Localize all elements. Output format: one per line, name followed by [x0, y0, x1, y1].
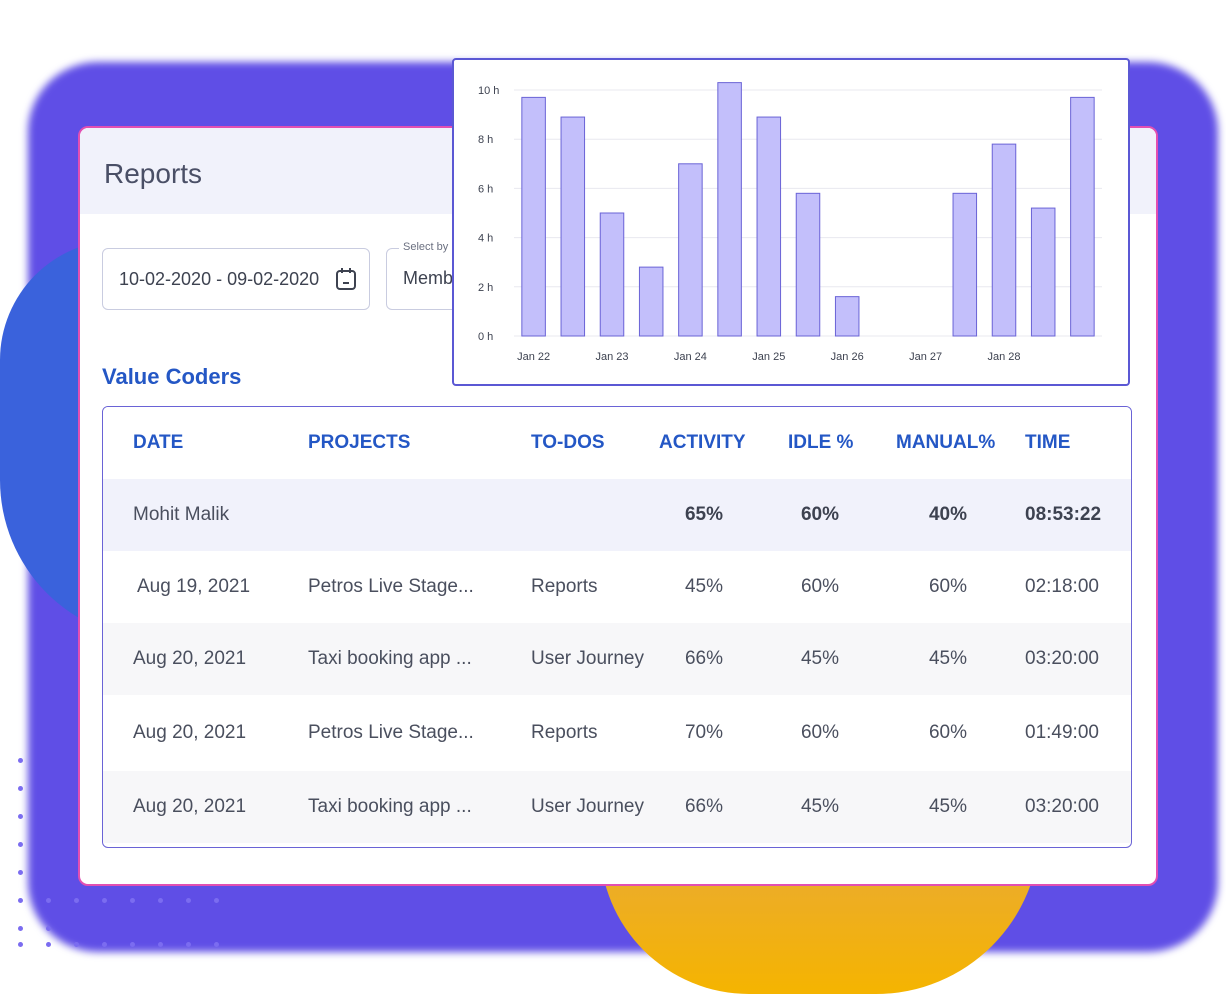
row-idle: 60% — [800, 722, 840, 743]
row-manual: 60% — [928, 722, 968, 743]
header-projects[interactable]: PROJECTS — [308, 407, 410, 479]
row-activity: 70% — [684, 722, 724, 743]
chart-bar[interactable] — [638, 266, 664, 337]
y-tick-label: 8 h — [478, 134, 493, 146]
member-time: 08:53:22 — [1025, 504, 1102, 525]
x-tick-label: Jan 27 — [909, 351, 942, 363]
row-manual: 45% — [928, 796, 968, 817]
chart-bar[interactable] — [678, 163, 703, 337]
table-row[interactable]: Aug 20, 2021 Petros Live Stage... Report… — [103, 697, 1131, 769]
chart-bar[interactable] — [1070, 96, 1095, 337]
header-time[interactable]: TIME — [1025, 407, 1070, 479]
y-tick-label: 10 h — [478, 85, 499, 97]
x-tick-label: Jan 24 — [674, 351, 707, 363]
row-date: Aug 19, 2021 — [137, 576, 251, 597]
table-row[interactable]: Aug 19, 2021 Petros Live Stage... Report… — [103, 551, 1131, 623]
row-idle: 45% — [800, 648, 840, 669]
table-row[interactable]: Aug 20, 2021 Taxi booking app ... User J… — [103, 623, 1131, 695]
row-todo: Reports — [531, 722, 598, 743]
member-summary-row[interactable]: Mohit Malik 65% 60% 40% 08:53:22 — [103, 479, 1131, 551]
member-idle: 60% — [800, 504, 840, 525]
row-time: 03:20:00 — [1025, 796, 1099, 817]
row-todo: User Journey — [531, 648, 644, 669]
row-activity: 66% — [684, 796, 724, 817]
row-time: 03:20:00 — [1025, 648, 1099, 669]
chart-bar[interactable] — [991, 143, 1017, 337]
row-manual: 45% — [928, 648, 968, 669]
row-activity: 45% — [684, 576, 724, 597]
row-activity: 66% — [684, 648, 724, 669]
chart-bar[interactable] — [521, 96, 546, 337]
row-manual: 60% — [928, 576, 968, 597]
x-tick-label: Jan 22 — [517, 351, 550, 363]
y-tick-label: 0 h — [478, 331, 493, 343]
row-time: 01:49:00 — [1025, 722, 1099, 743]
chart-bar[interactable] — [599, 212, 625, 337]
chart-bar[interactable] — [717, 82, 742, 337]
header-date[interactable]: DATE — [133, 407, 183, 479]
member-activity: 65% — [684, 504, 724, 525]
chart-svg: 0 h 2 h 4 h 6 h 8 h 10 h Jan 22 Jan 23 Jan 24 Jan… — [478, 82, 1102, 363]
row-date: Aug 20, 2021 — [133, 796, 247, 817]
calendar-icon[interactable] — [335, 267, 357, 291]
chart-bar[interactable] — [795, 192, 821, 337]
row-todo: User Journey — [531, 796, 644, 817]
x-tick-label: Jan 28 — [987, 351, 1020, 363]
chart-bar[interactable] — [952, 192, 978, 337]
table-header-row: DATE PROJECTS TO-DOS ACTIVITY IDLE % MAN… — [103, 407, 1131, 479]
hours-bar-chart: 0 h 2 h 4 h 6 h 8 h 10 h Jan 22 Jan 23 Jan 24 Jan… — [452, 58, 1130, 386]
header-activity[interactable]: ACTIVITY — [659, 407, 749, 479]
date-range-value: 10-02-2020 - 09-02-2020 — [119, 268, 320, 289]
chart-bar[interactable] — [756, 116, 782, 337]
member-manual: 40% — [928, 504, 968, 525]
row-time: 02:18:00 — [1025, 576, 1099, 597]
chart-bar[interactable] — [560, 116, 586, 337]
header-idle[interactable]: IDLE % — [788, 407, 878, 479]
y-tick-label: 6 h — [478, 183, 493, 195]
chart-bar[interactable] — [1030, 207, 1056, 337]
row-date: Aug 20, 2021 — [133, 648, 247, 669]
header-manual[interactable]: MANUAL% — [896, 407, 1006, 479]
select-by-label: Select by — [399, 241, 453, 253]
row-idle: 45% — [800, 796, 840, 817]
row-date: Aug 20, 2021 — [133, 722, 247, 743]
row-todo: Reports — [531, 576, 598, 597]
date-range-picker[interactable]: 10-02-2020 - 09-02-2020 — [102, 248, 370, 310]
x-tick-label: Jan 25 — [752, 351, 785, 363]
table-row[interactable]: Aug 20, 2021 Taxi booking app ... User J… — [103, 771, 1131, 843]
report-table: DATE PROJECTS TO-DOS ACTIVITY IDLE % MAN… — [102, 406, 1132, 848]
x-tick-label: Jan 26 — [831, 351, 864, 363]
member-name: Mohit Malik — [133, 504, 230, 525]
row-idle: 60% — [800, 576, 840, 597]
y-tick-label: 4 h — [478, 233, 493, 245]
y-tick-label: 2 h — [478, 282, 493, 294]
section-title: Value Coders — [102, 364, 242, 389]
row-project: Taxi booking app ... — [308, 796, 472, 817]
chart-bar[interactable] — [834, 296, 860, 337]
header-todos[interactable]: TO-DOS — [531, 407, 605, 479]
row-project: Petros Live Stage... — [308, 722, 474, 743]
row-project: Petros Live Stage... — [308, 576, 474, 597]
x-tick-label: Jan 23 — [595, 351, 628, 363]
row-project: Taxi booking app ... — [308, 648, 472, 669]
